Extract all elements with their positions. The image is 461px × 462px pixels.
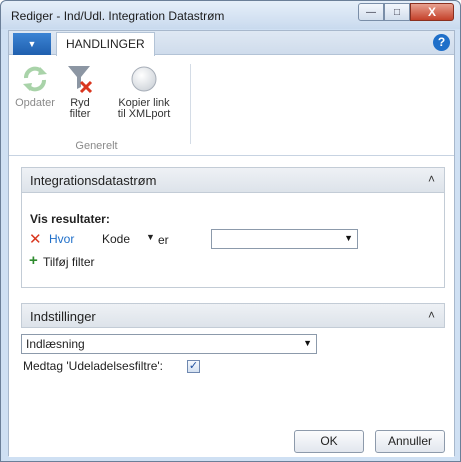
remove-filter-icon[interactable]: ✕ [29, 230, 42, 248]
ribbon-group-divider [190, 64, 191, 144]
cancel-button[interactable]: Annuller [375, 430, 445, 453]
where-link[interactable]: Hvor [49, 232, 74, 246]
filter-field-value: Kode [102, 232, 131, 246]
maximize-button[interactable]: □ [384, 3, 410, 21]
close-button[interactable]: X [410, 3, 454, 21]
dialog-window: Rediger - Ind/Udl. Integration Datastrøm… [0, 0, 461, 462]
file-menu-button[interactable]: ▼ [13, 33, 51, 55]
add-filter-link[interactable]: Tilføj filter [43, 255, 95, 269]
include-exclusion-label: Medtag 'Udeladelsesfiltre': [23, 359, 163, 373]
dialog-content: Integrationsdatastrøm ˄ Vis resultater: … [9, 157, 454, 457]
filter-field-selector[interactable]: Kode ▼ [102, 232, 164, 248]
collapse-chevron-icon[interactable]: ˄ [428, 308, 435, 322]
refresh-icon [13, 60, 57, 98]
copy-link-label-2: til XMLport [117, 108, 171, 120]
copy-link-icon [107, 60, 181, 98]
collapse-chevron-icon[interactable]: ˄ [428, 172, 435, 186]
filter-fasttab: Integrationsdatastrøm ˄ Vis resultater: … [21, 167, 445, 288]
filter-section-title: Integrationsdatastrøm [30, 173, 157, 188]
ribbon-panel: Opdater Ryd filter Kopier link til XMLpo… [9, 56, 454, 156]
help-icon[interactable]: ? [433, 34, 450, 51]
import-mode-dropdown[interactable]: Indlæsning ▼ [21, 334, 317, 354]
chevron-down-icon: ▼ [303, 338, 312, 348]
ribbon-tab-strip: ▼ HANDLINGER ? [9, 31, 454, 56]
settings-fasttab-header[interactable]: Indstillinger ˄ [21, 303, 445, 328]
filter-value-dropdown[interactable]: ▼ [211, 229, 358, 249]
dialog-client-area: ▼ HANDLINGER ? Opdater Ryd filter Kopier… [8, 30, 455, 457]
chevron-down-icon: ▼ [344, 233, 353, 243]
clear-filter-icon [61, 60, 99, 98]
title-bar[interactable]: Rediger - Ind/Udl. Integration Datastrøm… [1, 1, 460, 29]
ok-button[interactable]: OK [294, 430, 364, 453]
import-mode-value: Indlæsning [26, 337, 85, 351]
copy-link-xmlport-button[interactable]: Kopier link til XMLport [107, 60, 181, 120]
show-results-label: Vis resultater: [30, 212, 110, 226]
settings-section-title: Indstillinger [30, 309, 96, 324]
ribbon-group-label: Generelt [75, 140, 118, 152]
tab-handlinger[interactable]: HANDLINGER [56, 32, 155, 56]
settings-fasttab: Indstillinger ˄ Indlæsning ▼ Medtag 'Ude… [21, 303, 445, 383]
field-dropdown-arrow-icon: ▼ [146, 232, 155, 242]
include-exclusion-checkbox[interactable]: ✓ [187, 360, 200, 373]
filter-operator: er [158, 233, 169, 247]
clear-filter-button[interactable]: Ryd filter [61, 60, 99, 120]
clear-filter-label-2: filter [69, 108, 91, 120]
refresh-label: Opdater [15, 97, 55, 109]
minimize-button[interactable]: — [358, 3, 384, 21]
add-icon[interactable]: + [29, 252, 38, 269]
window-title: Rediger - Ind/Udl. Integration Datastrøm [11, 9, 225, 23]
filter-fasttab-header[interactable]: Integrationsdatastrøm ˄ [22, 168, 444, 193]
refresh-button[interactable]: Opdater [13, 60, 57, 109]
window-controls: — □ X [358, 3, 454, 21]
